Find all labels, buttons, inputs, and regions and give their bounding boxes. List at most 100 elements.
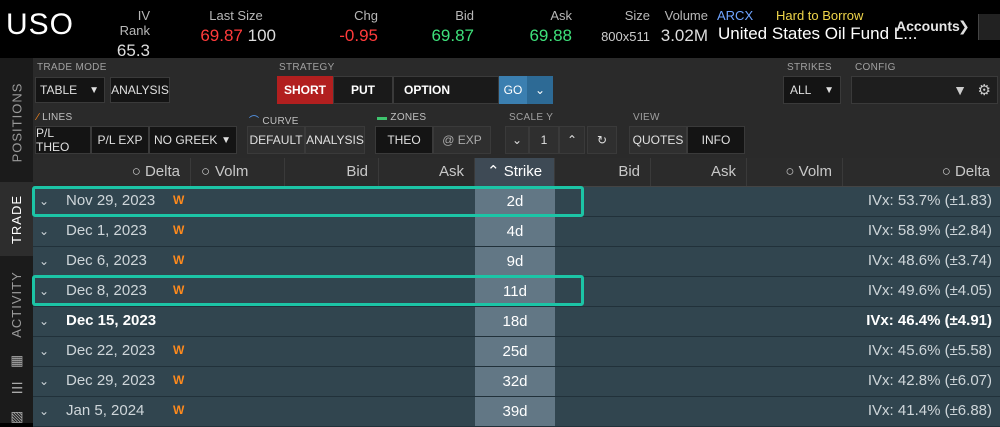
tab-trade[interactable]: TRADE [0,182,33,256]
col-volm-left-label: Volm [215,163,249,180]
filter-icon[interactable]: ▼ [953,82,967,98]
gear-icon[interactable]: ⚙ [978,81,991,99]
size-value: 800x511 [601,29,650,44]
go-button[interactable]: GO [499,76,527,104]
trade-mode-select[interactable]: TABLE ▼ [35,77,105,103]
trade-mode-value: TABLE [40,83,78,97]
analysis-button[interactable]: ANALYSIS [110,77,170,103]
short-button[interactable]: SHORT [277,76,333,104]
expiration-row[interactable]: ⌄ Dec 8, 2023 W 11d IVx: 49.6% (±4.05) [33,277,1000,307]
ask: Ask 69.88 [518,8,572,46]
weekly-badge: W [173,223,185,237]
lines-label-wrap: ∕ LINES [37,112,72,123]
ivx-value: IVx: 45.6% (±5.58) [867,342,992,359]
chevron-down-icon[interactable]: ⌄ [527,76,553,104]
sort-dot-icon: ○ [785,163,795,180]
bid: Bid 69.87 [420,8,474,46]
scale-up-button[interactable]: ⌃ [559,126,585,154]
expiration-date: Dec 8, 2023 [66,282,147,299]
col-strike[interactable]: ⌃ Strike [475,158,555,186]
expiration-row[interactable]: ⌄ Dec 15, 2023 18d IVx: 46.4% (±4.91) [33,307,1000,337]
option-button[interactable]: OPTION [393,76,499,104]
quotes-button[interactable]: QUOTES [629,126,687,154]
days-to-expiration: 11d [475,277,555,306]
expiration-date: Dec 29, 2023 [66,372,156,389]
col-volm-left[interactable]: ○ Volm [191,158,285,186]
chevron-down-icon[interactable]: ⌄ [39,254,49,268]
ivx-value: IVx: 49.6% (±4.05) [867,282,992,299]
lines-label: LINES [42,112,73,123]
quote-header: USO IV Rank 65.3 Last Size 69.87 100 Chg… [0,0,1000,60]
expiration-row[interactable]: ⌄ Dec 29, 2023 W 32d IVx: 42.8% (±6.07) [33,367,1000,397]
chevron-down-icon[interactable]: ⌄ [39,344,49,358]
put-button[interactable]: PUT [333,76,393,104]
days-to-expiration: 2d [475,187,555,216]
last-size-label: Last Size [209,8,263,23]
weekly-badge: W [173,283,185,297]
volume-value: 3.02M [660,26,708,45]
weekly-badge: W [173,253,185,267]
reset-icon[interactable]: ↻ [587,126,617,154]
expiration-row[interactable]: ⌄ Dec 22, 2023 W 25d IVx: 45.6% (±5.58) [33,337,1000,367]
weekly-badge: W [173,193,185,207]
chevron-down-icon[interactable]: ⌄ [39,224,49,238]
ivx-value: IVx: 48.6% (±3.74) [867,252,992,269]
tab-positions[interactable]: POSITIONS [0,72,33,172]
curve-label-wrap: ⌒ CURVE [249,112,299,127]
tab-activity-label: ACTIVITY [9,270,25,338]
col-delta-left[interactable]: ○ Delta [33,158,191,186]
zones-theo-button[interactable]: THEO [375,126,433,154]
expiration-row[interactable]: ⌄ Dec 1, 2023 W 4d IVx: 58.9% (±2.84) [33,217,1000,247]
col-bid-right[interactable]: Bid [555,158,651,186]
trade-mode-label: TRADE MODE [37,62,107,73]
col-bid-left[interactable]: Bid [285,158,379,186]
panel-toggle-button[interactable] [978,14,1000,40]
ask-value: 69.88 [529,26,572,45]
tab-activity[interactable]: ACTIVITY [0,264,33,344]
zones-exp-button[interactable]: @ EXP [433,126,491,154]
tab-trade-label: TRADE [9,194,24,244]
col-volm-right-label: Volm [798,163,832,180]
chevron-down-icon[interactable]: ⌄ [39,314,49,328]
ivx-value: IVx: 46.4% (±4.91) [866,312,992,329]
col-volm-right[interactable]: ○ Volm [747,158,843,186]
pl-exp-button[interactable]: P/L EXP [91,126,149,154]
exchange-label: ARCX [717,8,754,23]
notes-icon[interactable]: ▦ [9,352,25,369]
accounts-menu[interactable]: Accounts [896,18,960,34]
symbol[interactable]: USO [6,8,74,42]
scale-down-button[interactable]: ⌄ [505,126,529,154]
col-ask-right[interactable]: Ask [651,158,747,186]
last-price: 69.87 [200,26,243,45]
bid-label: Bid [455,8,474,23]
expiration-date: Nov 29, 2023 [66,192,156,209]
ivx-value: IVx: 53.7% (±1.83) [867,192,992,209]
expiration-date: Dec 1, 2023 [66,222,147,239]
phone-icon[interactable]: ▧ [9,408,25,425]
expiration-row[interactable]: ⌄ Nov 29, 2023 W 2d IVx: 53.7% (±1.83) [33,187,1000,217]
sort-dot-icon: ○ [941,163,951,180]
config-field[interactable]: ▼ ⚙ [851,76,998,104]
greek-select[interactable]: NO GREEK ▼ [149,126,237,154]
col-ask-left[interactable]: Ask [379,158,475,186]
last-size-value: 100 [247,26,276,45]
curve-analysis-button[interactable]: ANALYSIS [305,126,365,154]
list-icon[interactable]: ☰ [9,380,25,397]
curve-default-button[interactable]: DEFAULT [247,126,305,154]
scale-y-label: SCALE Y [509,112,554,123]
ivx-value: IVx: 42.8% (±6.07) [867,372,992,389]
expiration-row[interactable]: ⌄ Dec 6, 2023 W 9d IVx: 48.6% (±3.74) [33,247,1000,277]
chevron-down-icon[interactable]: ⌄ [39,194,49,208]
chevron-down-icon[interactable]: ⌄ [39,374,49,388]
info-button[interactable]: INFO [687,126,745,154]
col-delta-right[interactable]: ○ Delta [843,158,1000,186]
chevron-down-icon[interactable]: ⌄ [39,404,49,418]
chevron-down-icon[interactable]: ⌄ [39,284,49,298]
expiration-date: Dec 22, 2023 [66,342,156,359]
strikes-select[interactable]: ALL ▼ [783,76,841,104]
chevron-down-icon[interactable]: ❯ [958,18,970,35]
side-tabs: POSITIONS TRADE ACTIVITY ▦ ☰ ▧ [0,58,33,425]
pl-theo-button[interactable]: P/L THEO [35,126,91,154]
strikes-value: ALL [790,83,812,97]
strikes-label: STRIKES [787,62,832,73]
